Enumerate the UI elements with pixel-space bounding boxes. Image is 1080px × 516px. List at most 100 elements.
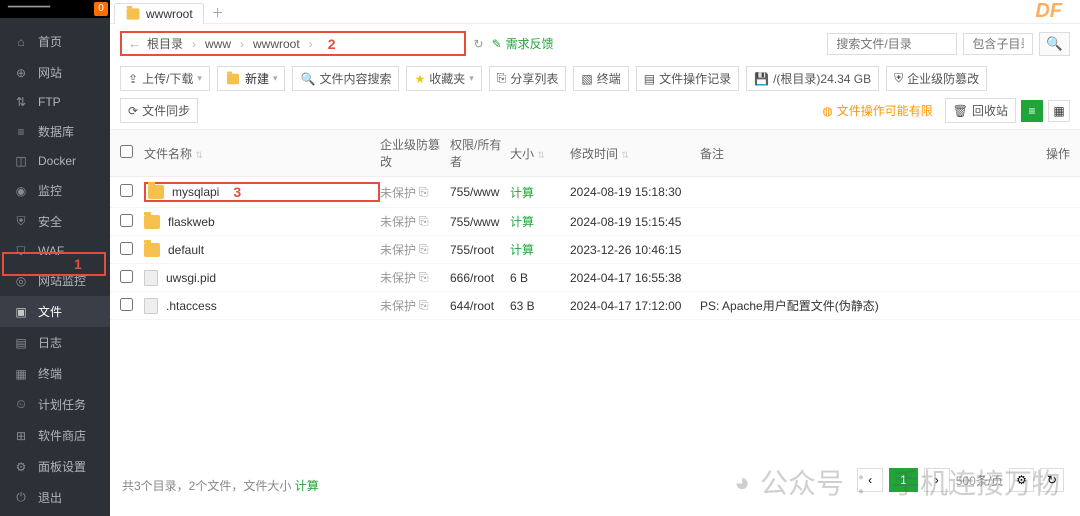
- table-row[interactable]: default 未保护 ⎘ 755/root 计算 2023-12-26 10:…: [110, 236, 1080, 264]
- favorites-button[interactable]: ★收藏夹▾: [406, 66, 481, 91]
- compute-link[interactable]: 计算: [510, 243, 534, 257]
- trash-icon: 🗑: [953, 104, 968, 118]
- table-row[interactable]: flaskweb 未保护 ⎘ 755/www 计算 2024-08-19 15:…: [110, 208, 1080, 236]
- row-checkbox[interactable]: [120, 270, 133, 283]
- sidebar-item-label: 安全: [38, 213, 62, 230]
- feedback-link[interactable]: ✎需求反馈: [492, 35, 554, 52]
- sidebar-item-label: 网站: [38, 64, 62, 81]
- sidebar-header: ━━━━━━━ 0: [0, 0, 110, 18]
- chevron-right-icon: ›: [189, 37, 199, 51]
- warn-icon: ◍: [822, 104, 832, 118]
- tab-add-button[interactable]: ＋: [208, 4, 228, 21]
- settings-icon: ⚙: [14, 460, 28, 474]
- tamper-button[interactable]: ⛨企业级防篡改: [886, 66, 987, 91]
- sidebar-item-watch[interactable]: ◎网站监控: [0, 265, 110, 296]
- col-note: 备注: [700, 145, 1030, 162]
- row-checkbox[interactable]: [120, 298, 133, 311]
- sidebar-item-site[interactable]: ⊕网站: [0, 57, 110, 88]
- sidebar-item-docker[interactable]: ◫Docker: [0, 147, 110, 175]
- col-tamper: 企业级防篡改: [380, 136, 450, 170]
- sort-icon: ⇅: [621, 150, 629, 160]
- page-settings-button[interactable]: ⚙: [1009, 468, 1034, 492]
- row-checkbox[interactable]: [120, 184, 133, 197]
- col-name[interactable]: 文件名称 ⇅: [144, 145, 380, 162]
- crumb-root[interactable]: 根目录: [147, 35, 183, 52]
- size-value: 6 B: [510, 271, 570, 285]
- tab-label: wwwroot: [146, 7, 193, 21]
- list-view-toggle[interactable]: ≡: [1021, 100, 1043, 122]
- disk-usage-button[interactable]: 💾/(根目录)24.34 GB: [746, 66, 879, 91]
- row-checkbox[interactable]: [120, 214, 133, 227]
- row-checkbox[interactable]: [120, 242, 133, 255]
- sidebar-notify-badge[interactable]: 0: [94, 2, 108, 16]
- sidebar-item-label: 监控: [38, 182, 62, 199]
- table-header: 文件名称 ⇅ 企业级防篡改 权限/所有者 大小 ⇅ 修改时间 ⇅ 备注 操作: [110, 130, 1080, 177]
- note-value: PS: Apache用户配置文件(伪静态): [700, 297, 1030, 314]
- sidebar-host: ━━━━━━━: [8, 2, 50, 13]
- sidebar-item-label: 计划任务: [38, 396, 86, 413]
- tab-wwwroot[interactable]: wwwroot: [114, 3, 204, 24]
- select-all-checkbox[interactable]: [120, 145, 133, 158]
- col-size[interactable]: 大小 ⇅: [510, 145, 570, 162]
- sub-dir-input[interactable]: [963, 33, 1033, 55]
- sidebar-item-db[interactable]: ≡数据库: [0, 116, 110, 147]
- table-row[interactable]: mysqlapi3 未保护 ⎘ 755/www 计算 2024-08-19 15…: [110, 177, 1080, 208]
- path-actions: ↻ ✎需求反馈: [474, 35, 554, 52]
- search-content-button[interactable]: 🔍文件内容搜索: [292, 66, 399, 91]
- search-area: 🔍: [827, 32, 1070, 56]
- sidebar-item-settings[interactable]: ⚙面板设置: [0, 451, 110, 482]
- col-mtime[interactable]: 修改时间 ⇅: [570, 145, 700, 162]
- waf-icon: ⛉: [14, 244, 28, 258]
- table-row[interactable]: .htaccess 未保护 ⎘ 644/root 63 B 2024-04-17…: [110, 292, 1080, 320]
- footer-compute-link[interactable]: 计算: [295, 477, 319, 494]
- crumb-wwwroot[interactable]: wwwroot: [253, 37, 300, 51]
- lock-icon: ⎘: [419, 214, 429, 229]
- filesync-button[interactable]: ⟳文件同步: [120, 98, 198, 123]
- sidebar-item-home[interactable]: ⌂首页: [0, 26, 110, 57]
- sidebar-item-monitor[interactable]: ◉监控: [0, 175, 110, 206]
- size-value: 计算: [510, 213, 570, 230]
- page-current[interactable]: 1: [889, 468, 918, 492]
- sidebar-item-store[interactable]: ⊞软件商店: [0, 420, 110, 451]
- tamper-icon: ⛨: [894, 71, 903, 86]
- crumb-www[interactable]: www: [205, 37, 231, 51]
- page-next-button[interactable]: ›: [924, 468, 950, 492]
- trash-button[interactable]: 🗑回收站: [945, 98, 1016, 123]
- search-button[interactable]: 🔍: [1039, 32, 1070, 56]
- lock-icon: ⎘: [419, 270, 429, 285]
- record-icon: ▤: [644, 72, 655, 86]
- compute-link[interactable]: 计算: [510, 186, 534, 200]
- sidebar-item-waf[interactable]: ⛉WAF: [0, 237, 110, 265]
- sidebar-item-files[interactable]: ▣文件: [0, 296, 110, 327]
- store-icon: ⊞: [14, 429, 28, 443]
- share-list-button[interactable]: ⎘分享列表: [489, 66, 567, 91]
- sidebar-item-exit[interactable]: ⏻退出: [0, 482, 110, 513]
- sidebar-item-security[interactable]: ⛨安全: [0, 206, 110, 237]
- file-name: uwsgi.pid: [166, 271, 216, 285]
- sidebar-item-terminal[interactable]: ▦终端: [0, 358, 110, 389]
- annotation-number-breadcrumb: 2: [322, 36, 342, 52]
- refresh-icon[interactable]: ↻: [474, 37, 484, 51]
- lock-icon: ⎘: [419, 185, 429, 200]
- sidebar-item-cron[interactable]: ⏲ 计划任务: [0, 389, 110, 420]
- feedback-label: 需求反馈: [506, 35, 554, 52]
- grid-view-toggle[interactable]: ▦: [1048, 100, 1070, 122]
- sidebar-item-label: 终端: [38, 365, 62, 382]
- new-button[interactable]: 新建▾: [217, 66, 286, 91]
- tamper-warning: ◍文件操作可能有限: [815, 99, 940, 122]
- footer-actions: ‹ 1 › 500条/页 ⚙ ↻: [857, 468, 1064, 492]
- table-row[interactable]: uwsgi.pid 未保护 ⎘ 666/root 6 B 2024-04-17 …: [110, 264, 1080, 292]
- ops-record-button[interactable]: ▤文件操作记录: [636, 66, 739, 91]
- sidebar-item-label: 网站监控: [38, 272, 86, 289]
- search-input[interactable]: [827, 33, 957, 55]
- sidebar-item-ftp[interactable]: ⇅FTP: [0, 88, 110, 116]
- compute-link[interactable]: 计算: [510, 215, 534, 229]
- upload-download-button[interactable]: ⇪上传/下载▾: [120, 66, 210, 91]
- page-prev-button[interactable]: ‹: [857, 468, 883, 492]
- cron-icon: ⏲: [14, 398, 28, 412]
- terminal-button[interactable]: ▧终端: [573, 66, 628, 91]
- sidebar-item-log[interactable]: ▤日志: [0, 327, 110, 358]
- back-icon[interactable]: ←: [128, 36, 141, 51]
- page-refresh-button[interactable]: ↻: [1040, 468, 1064, 492]
- size-value: 计算: [510, 241, 570, 258]
